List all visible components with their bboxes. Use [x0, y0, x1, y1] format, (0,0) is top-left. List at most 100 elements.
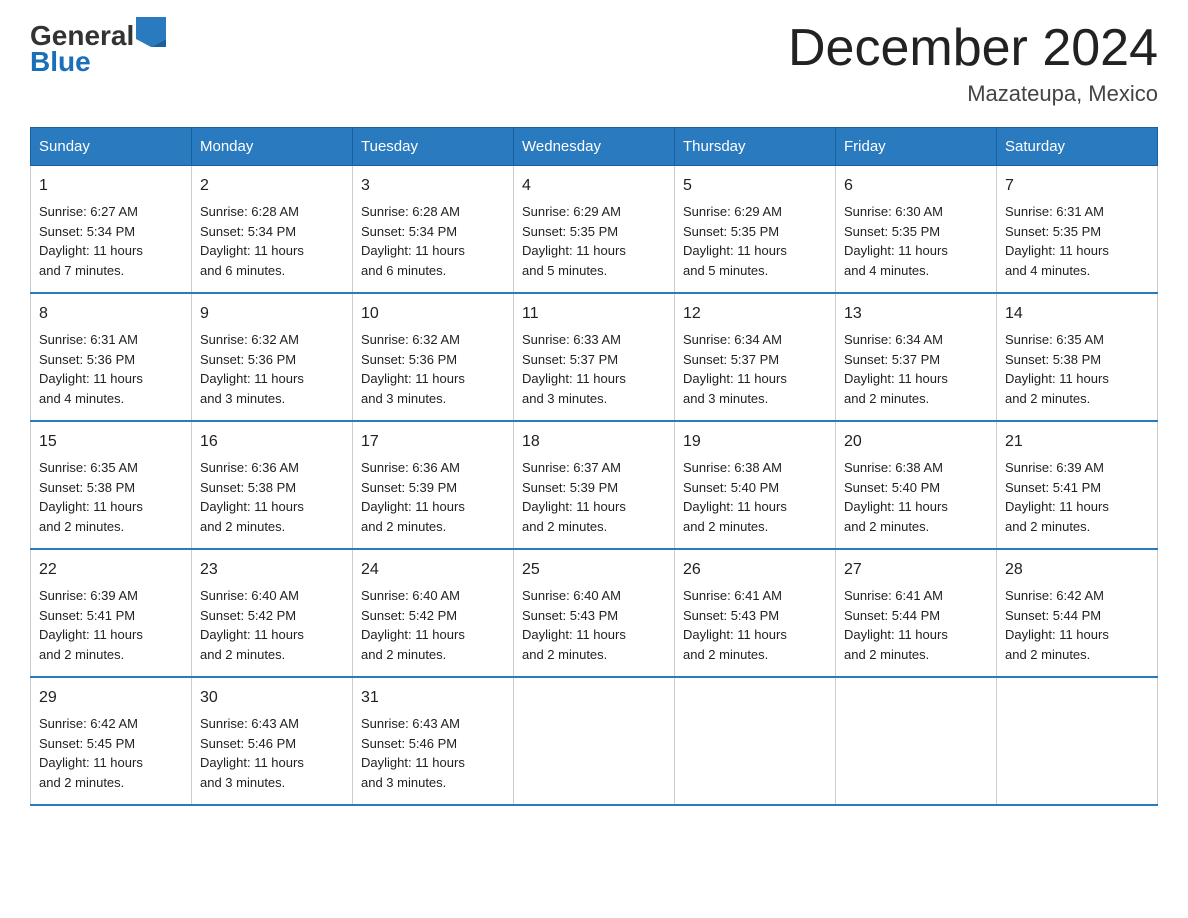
logo: General Blue: [30, 20, 166, 78]
day-number: 4: [522, 174, 666, 198]
sunrise-label: Sunrise: 6:32 AM: [200, 332, 299, 347]
daylight-minutes: and 5 minutes.: [683, 263, 768, 278]
sunrise-label: Sunrise: 6:41 AM: [844, 588, 943, 603]
daylight-label: Daylight: 11 hours: [39, 499, 143, 514]
week-row-2: 8Sunrise: 6:31 AMSunset: 5:36 PMDaylight…: [31, 293, 1158, 421]
calendar-cell: 4Sunrise: 6:29 AMSunset: 5:35 PMDaylight…: [514, 166, 675, 294]
daylight-minutes: and 2 minutes.: [683, 519, 768, 534]
calendar-cell: 31Sunrise: 6:43 AMSunset: 5:46 PMDayligh…: [353, 677, 514, 805]
day-number: 26: [683, 558, 827, 582]
sunset-label: Sunset: 5:44 PM: [1005, 608, 1101, 623]
daylight-minutes: and 3 minutes.: [361, 775, 446, 790]
sunset-label: Sunset: 5:46 PM: [200, 736, 296, 751]
calendar-cell: 18Sunrise: 6:37 AMSunset: 5:39 PMDayligh…: [514, 421, 675, 549]
daylight-label: Daylight: 11 hours: [39, 627, 143, 642]
sunset-label: Sunset: 5:40 PM: [844, 480, 940, 495]
sunset-label: Sunset: 5:39 PM: [361, 480, 457, 495]
sunset-label: Sunset: 5:41 PM: [39, 608, 135, 623]
sunset-label: Sunset: 5:45 PM: [39, 736, 135, 751]
week-row-1: 1Sunrise: 6:27 AMSunset: 5:34 PMDaylight…: [31, 166, 1158, 294]
daylight-minutes: and 2 minutes.: [200, 647, 285, 662]
sunrise-label: Sunrise: 6:36 AM: [361, 460, 460, 475]
daylight-label: Daylight: 11 hours: [683, 371, 787, 386]
daylight-label: Daylight: 11 hours: [1005, 627, 1109, 642]
daylight-minutes: and 3 minutes.: [200, 775, 285, 790]
day-number: 2: [200, 174, 344, 198]
daylight-minutes: and 2 minutes.: [1005, 519, 1090, 534]
day-number: 21: [1005, 430, 1149, 454]
sunset-label: Sunset: 5:38 PM: [200, 480, 296, 495]
daylight-minutes: and 2 minutes.: [1005, 391, 1090, 406]
sunset-label: Sunset: 5:37 PM: [844, 352, 940, 367]
calendar-cell: 28Sunrise: 6:42 AMSunset: 5:44 PMDayligh…: [997, 549, 1158, 677]
daylight-label: Daylight: 11 hours: [683, 627, 787, 642]
daylight-label: Daylight: 11 hours: [200, 371, 304, 386]
sunrise-label: Sunrise: 6:34 AM: [844, 332, 943, 347]
sunset-label: Sunset: 5:40 PM: [683, 480, 779, 495]
week-row-4: 22Sunrise: 6:39 AMSunset: 5:41 PMDayligh…: [31, 549, 1158, 677]
logo-blue: Blue: [30, 46, 91, 78]
calendar-cell: 17 Sunrise: 6:36 AM Sunset: 5:39 PM Dayligh…: [353, 421, 514, 549]
daylight-label: Daylight: 11 hours: [361, 627, 465, 642]
calendar-cell: 12Sunrise: 6:34 AMSunset: 5:37 PMDayligh…: [675, 293, 836, 421]
calendar-cell: [997, 677, 1158, 805]
sunrise-label: Sunrise: 6:38 AM: [844, 460, 943, 475]
sunrise-label: Sunrise: 6:43 AM: [361, 716, 460, 731]
sunrise-label: Sunrise: 6:32 AM: [361, 332, 460, 347]
calendar-cell: 15Sunrise: 6:35 AMSunset: 5:38 PMDayligh…: [31, 421, 192, 549]
sunset-label: Sunset: 5:44 PM: [844, 608, 940, 623]
daylight-label: Daylight: 11 hours: [522, 243, 626, 258]
calendar-cell: 8Sunrise: 6:31 AMSunset: 5:36 PMDaylight…: [31, 293, 192, 421]
calendar-cell: 24Sunrise: 6:40 AMSunset: 5:42 PMDayligh…: [353, 549, 514, 677]
daylight-minutes: and 2 minutes.: [39, 647, 124, 662]
calendar-cell: 13Sunrise: 6:34 AMSunset: 5:37 PMDayligh…: [836, 293, 997, 421]
sunset-label: Sunset: 5:37 PM: [522, 352, 618, 367]
sunrise-label: Sunrise: 6:37 AM: [522, 460, 621, 475]
header-saturday: Saturday: [997, 128, 1158, 166]
day-number: 19: [683, 430, 827, 454]
sunset-label: Sunset: 5:36 PM: [361, 352, 457, 367]
sunrise-label: Sunrise: 6:40 AM: [522, 588, 621, 603]
daylight-label: Daylight: 11 hours: [361, 499, 465, 514]
calendar-cell: 5Sunrise: 6:29 AMSunset: 5:35 PMDaylight…: [675, 166, 836, 294]
sunrise-label: Sunrise: 6:28 AM: [361, 204, 460, 219]
calendar-cell: 23Sunrise: 6:40 AMSunset: 5:42 PMDayligh…: [192, 549, 353, 677]
sunrise-label: Sunrise: 6:38 AM: [683, 460, 782, 475]
day-number: 6: [844, 174, 988, 198]
day-number: 24: [361, 558, 505, 582]
daylight-label: Daylight: 11 hours: [844, 371, 948, 386]
sunrise-label: Sunrise: 6:39 AM: [39, 588, 138, 603]
daylight-label: Daylight: 11 hours: [844, 627, 948, 642]
day-number: 14: [1005, 302, 1149, 326]
sunrise-label: Sunrise: 6:35 AM: [39, 460, 138, 475]
sunset-label: Sunset: 5:43 PM: [522, 608, 618, 623]
calendar-cell: 10Sunrise: 6:32 AMSunset: 5:36 PMDayligh…: [353, 293, 514, 421]
daylight-minutes: and 2 minutes.: [39, 519, 124, 534]
daylight-label: Daylight: 11 hours: [361, 243, 465, 258]
sunset-label: Sunset: 5:42 PM: [200, 608, 296, 623]
sunset-label: Sunset: 5:37 PM: [683, 352, 779, 367]
calendar-cell: 9Sunrise: 6:32 AMSunset: 5:36 PMDaylight…: [192, 293, 353, 421]
daylight-label: Daylight: 11 hours: [200, 755, 304, 770]
day-number: 9: [200, 302, 344, 326]
sunrise-label: Sunrise: 6:41 AM: [683, 588, 782, 603]
header-monday: Monday: [192, 128, 353, 166]
sunset-label: Sunset: 5:38 PM: [1005, 352, 1101, 367]
daylight-minutes: and 6 minutes.: [361, 263, 446, 278]
daylight-minutes: and 5 minutes.: [522, 263, 607, 278]
header-thursday: Thursday: [675, 128, 836, 166]
daylight-label: Daylight: 11 hours: [522, 371, 626, 386]
daylight-minutes: and 2 minutes.: [522, 647, 607, 662]
header-sunday: Sunday: [31, 128, 192, 166]
calendar-cell: 21Sunrise: 6:39 AMSunset: 5:41 PMDayligh…: [997, 421, 1158, 549]
daylight-minutes: and 2 minutes.: [200, 519, 285, 534]
calendar-cell: 11Sunrise: 6:33 AMSunset: 5:37 PMDayligh…: [514, 293, 675, 421]
daylight-label: Daylight: 11 hours: [683, 243, 787, 258]
sunrise-label: Sunrise: 6:36 AM: [200, 460, 299, 475]
sunrise-label: Sunrise: 6:35 AM: [1005, 332, 1104, 347]
sunset-label: Sunset: 5:35 PM: [1005, 224, 1101, 239]
sunset-label: Sunset: 5:38 PM: [39, 480, 135, 495]
daylight-label: Daylight: 11 hours: [39, 755, 143, 770]
day-number: 17: [361, 430, 505, 454]
day-number: 10: [361, 302, 505, 326]
